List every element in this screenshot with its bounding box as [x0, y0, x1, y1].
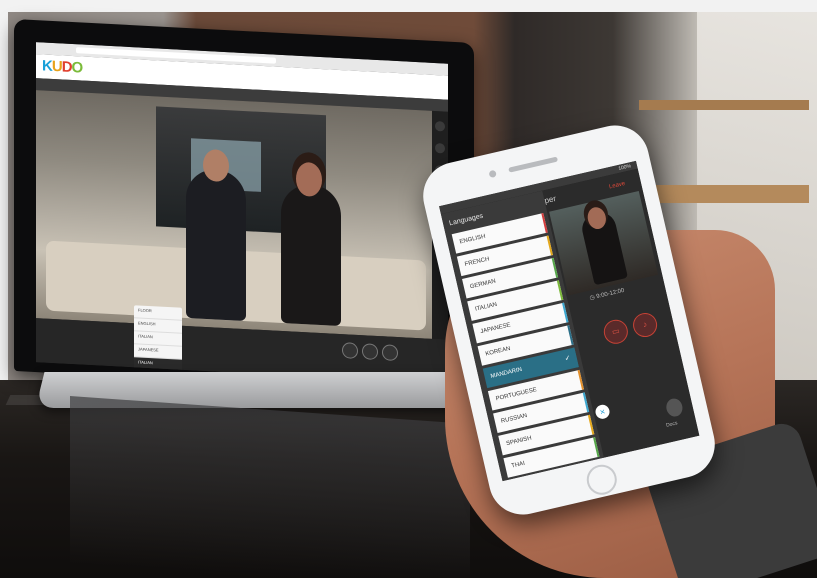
language-color-bar — [551, 257, 559, 278]
language-color-bar — [567, 325, 574, 346]
phone-speaker — [508, 156, 559, 173]
check-icon: ✓ — [564, 354, 572, 363]
language-label: RUSSIAN — [500, 412, 528, 425]
logo-letter: K — [42, 57, 52, 75]
background-shelf — [639, 100, 809, 110]
video-person-head — [203, 148, 229, 183]
desk-reflection — [70, 396, 470, 578]
logo-letter: D — [61, 58, 72, 76]
language-label: THAI — [510, 460, 526, 470]
photo-scene: KUDO FLOOR ENGLISH ITALIAN JAPANESE ITAL… — [0, 0, 817, 578]
mic-icon[interactable] — [342, 342, 358, 359]
language-color-bar — [582, 392, 590, 413]
language-label: JAPANESE — [479, 322, 512, 336]
language-label: KOREAN — [484, 346, 512, 358]
laptop-screen: KUDO FLOOR ENGLISH ITALIAN JAPANESE ITAL… — [36, 42, 448, 384]
video-person — [281, 182, 341, 327]
language-dropdown[interactable]: FLOOR ENGLISH ITALIAN JAPANESE ITALIAN — [134, 305, 182, 373]
phone-screen: 100% per Leave ◷ 9:00-12:00 ▭ ♪ Docs Lan… — [439, 160, 700, 482]
logo-letter: O — [71, 58, 83, 77]
language-color-bar — [572, 347, 579, 368]
languages-heading: Languages — [448, 212, 484, 228]
language-label: ENGLISH — [459, 233, 487, 246]
language-label: ITALIAN — [474, 301, 498, 313]
background-shelf — [639, 185, 809, 203]
laptop: KUDO FLOOR ENGLISH ITALIAN JAPANESE ITAL… — [14, 18, 474, 396]
language-label: SPANISH — [505, 435, 533, 448]
language-color-bar — [577, 369, 584, 390]
language-option-selected[interactable]: ITALIAN — [134, 357, 182, 373]
language-label: MANDARIN — [490, 366, 523, 380]
background-wall — [0, 0, 817, 12]
language-color-bar — [587, 414, 595, 435]
language-color-bar — [541, 213, 548, 233]
front-camera-icon — [488, 169, 497, 179]
video-person — [186, 167, 246, 322]
camera-icon[interactable] — [362, 343, 378, 361]
language-color-bar — [562, 302, 569, 323]
language-color-bar — [546, 235, 553, 256]
language-label: PORTUGUESE — [495, 387, 538, 403]
language-label: FRENCH — [464, 256, 490, 268]
meeting-video — [36, 90, 432, 339]
video-person-head — [296, 161, 322, 198]
logo-letter: U — [51, 57, 62, 76]
side-toolbar-button[interactable] — [435, 143, 445, 154]
home-button[interactable] — [583, 461, 620, 498]
language-color-bar — [556, 280, 564, 301]
language-label: GERMAN — [469, 278, 497, 291]
kudo-logo: KUDO — [42, 57, 82, 76]
share-icon[interactable] — [382, 344, 398, 362]
language-color-bar — [593, 437, 600, 458]
side-toolbar-button[interactable] — [435, 121, 445, 132]
